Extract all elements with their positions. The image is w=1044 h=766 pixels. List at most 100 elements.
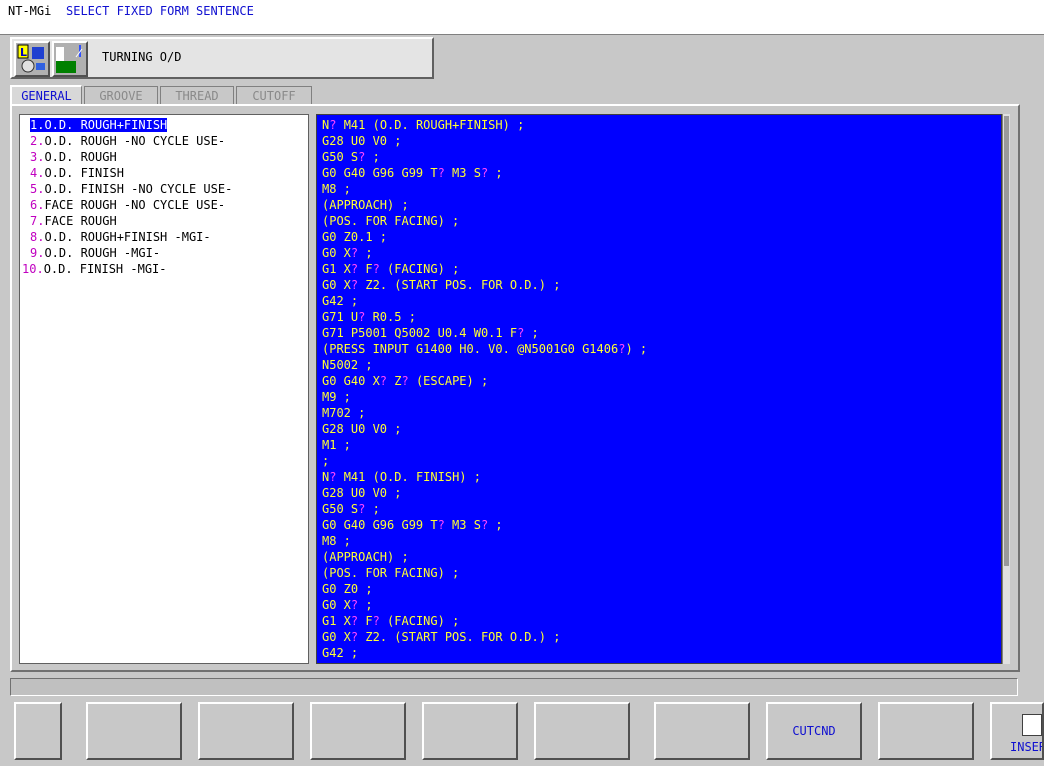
list-item-number: 5. (30, 182, 45, 196)
code-line: G0 Z0.1 ; (322, 230, 388, 244)
softkey-5[interactable] (422, 702, 518, 760)
sentence-preview: N? M41 (O.D. ROUGH+FINISH) ; G28 U0 V0 ; G… (316, 114, 1002, 664)
placeholder-mark: ? (480, 518, 489, 532)
list-item-label: FACE ROUGH (44, 214, 117, 228)
preview-scrollbar[interactable] (1002, 114, 1010, 664)
code-line: M9 ; (322, 390, 351, 404)
title-bar: NT-MGi SELECT FIXED FORM SENTENCE (0, 0, 1044, 35)
code-line: M1 ; (322, 438, 351, 452)
sentence-list-item[interactable]: 5.O.D. FINISH -NO CYCLE USE- (30, 181, 232, 197)
code-line: (PRESS INPUT G1400 H0. V0. @N5001G0 G140… (322, 342, 648, 356)
tab-general[interactable]: GENERAL (10, 85, 82, 105)
placeholder-mark: ? (437, 166, 445, 180)
code-line: ; (322, 454, 330, 468)
list-item-number: 7. (30, 214, 45, 228)
app-name: NT-MGi (8, 4, 52, 18)
process-title: TURNING O/D (102, 50, 182, 64)
code-line: G28 U0 V0 ; (322, 422, 402, 436)
placeholder-mark: ? (329, 470, 337, 484)
code-line: G50 S? ; (322, 502, 380, 516)
placeholder-mark: ? (358, 502, 366, 516)
code-line: N5002 ; (322, 358, 373, 372)
sentence-list-item[interactable]: 3.O.D. ROUGH (30, 149, 117, 165)
placeholder-mark: ? (350, 630, 359, 644)
code-line: G0 G40 G96 G99 T? M3 S? ; (322, 166, 503, 180)
softkey-6[interactable] (534, 702, 630, 760)
code-line: G71 U? R0.5 ; (322, 310, 416, 324)
svg-text:L: L (20, 46, 27, 59)
placeholder-mark: ? (401, 374, 409, 388)
tab-thread[interactable]: THREAD (160, 86, 234, 104)
list-item-label: O.D. ROUGH (44, 150, 117, 164)
turning-tool-icon[interactable] (52, 41, 88, 77)
code-line: (APPROACH) ; (322, 198, 409, 212)
placeholder-mark: ? (618, 342, 626, 356)
sentence-list-item[interactable]: 7.FACE ROUGH (30, 213, 117, 229)
code-line: G1 X? F? (FACING) ; (322, 262, 460, 276)
code-line: G0 X? ; (322, 598, 373, 612)
softkey-label: CUTCND (792, 724, 836, 738)
code-line: M8 ; (322, 534, 351, 548)
code-line: G0 Z0 ; (322, 582, 373, 596)
softkey-label: INSERT (1010, 740, 1042, 754)
scrollbar-thumb[interactable] (1004, 116, 1009, 566)
softkey-1[interactable] (14, 702, 62, 760)
softkey-3[interactable] (198, 702, 294, 760)
code-line: G0 X? Z2. (START POS. FOR O.D.) ; (322, 278, 561, 292)
placeholder-mark: ? (350, 598, 359, 612)
placeholder-mark: ? (329, 118, 337, 132)
softkey-10[interactable]: INSERT (990, 702, 1044, 760)
code-line: G0 X? ; (322, 246, 373, 260)
tab-cutoff[interactable]: CUTOFF (236, 86, 312, 104)
softkey-9[interactable] (878, 702, 974, 760)
placeholder-mark: ? (358, 150, 366, 164)
sentence-list[interactable]: 1.O.D. ROUGH+FINISH 2.O.D. ROUGH -NO CYCL… (19, 114, 309, 664)
list-item-number: 9. (30, 246, 45, 260)
list-item-number: 6. (30, 198, 45, 212)
placeholder-mark: ? (350, 614, 359, 628)
code-line: G28 U0 V0 ; (322, 134, 402, 148)
list-item-label: O.D. ROUGH -NO CYCLE USE- (44, 134, 226, 148)
placeholder-mark: ? (517, 326, 525, 340)
list-item-label: O.D. FINISH -NO CYCLE USE- (44, 182, 233, 196)
code-line: N? M41 (O.D. ROUGH+FINISH) ; (322, 118, 525, 132)
softkey-4[interactable] (310, 702, 406, 760)
sentence-list-item[interactable]: 10.O.D. FINISH -MGI- (22, 261, 167, 277)
sentence-list-item[interactable]: 1.O.D. ROUGH+FINISH (30, 117, 168, 133)
list-item-number: 3. (30, 150, 45, 164)
code-line: G50 S? ; (322, 150, 380, 164)
insert-document-icon (1022, 714, 1042, 736)
sentence-list-item[interactable]: 8.O.D. ROUGH+FINISH -MGI- (30, 229, 211, 245)
softkey-8[interactable]: CUTCND (766, 702, 862, 760)
list-item-number: 4. (30, 166, 45, 180)
softkey-7[interactable] (654, 702, 750, 760)
placeholder-mark: ? (350, 262, 359, 276)
code-line: G28 U0 V0 ; (322, 486, 402, 500)
softkey-2[interactable] (86, 702, 182, 760)
list-item-label: FACE ROUGH -NO CYCLE USE- (44, 198, 226, 212)
sentence-list-item[interactable]: 4.O.D. FINISH (30, 165, 124, 181)
list-item-number: 1. (30, 118, 45, 132)
code-line: G42 ; (322, 294, 359, 308)
sentence-list-item[interactable]: 6.FACE ROUGH -NO CYCLE USE- (30, 197, 225, 213)
code-line: G0 X? Z2. (START POS. FOR O.D.) ; (322, 630, 561, 644)
code-line: G71 P5001 Q5002 U0.4 W0.1 F? ; (322, 326, 539, 340)
list-item-label: O.D. FINISH (44, 166, 124, 180)
sentence-list-item[interactable]: 2.O.D. ROUGH -NO CYCLE USE- (30, 133, 225, 149)
placeholder-mark: ? (480, 166, 489, 180)
code-line: M702 ; (322, 406, 366, 420)
placeholder-mark: ? (358, 310, 366, 324)
code-line: (APPROACH) ; (322, 550, 409, 564)
code-line: G0 G40 X? Z? (ESCAPE) ; (322, 374, 489, 388)
sentence-list-item[interactable]: 9.O.D. ROUGH -MGI- (30, 245, 160, 261)
code-line: (POS. FOR FACING) ; (322, 214, 460, 228)
code-line: G42 ; (322, 646, 359, 660)
placeholder-mark: ? (437, 518, 445, 532)
placeholder-mark: ? (372, 614, 380, 628)
placeholder-mark: ? (372, 262, 380, 276)
list-item-label: O.D. ROUGH+FINISH (44, 118, 168, 132)
tab-groove[interactable]: GROOVE (84, 86, 158, 104)
lathe-layout-icon[interactable]: L (14, 41, 50, 77)
list-item-number: 8. (30, 230, 45, 244)
process-header: L TURNING O/D (10, 37, 434, 79)
